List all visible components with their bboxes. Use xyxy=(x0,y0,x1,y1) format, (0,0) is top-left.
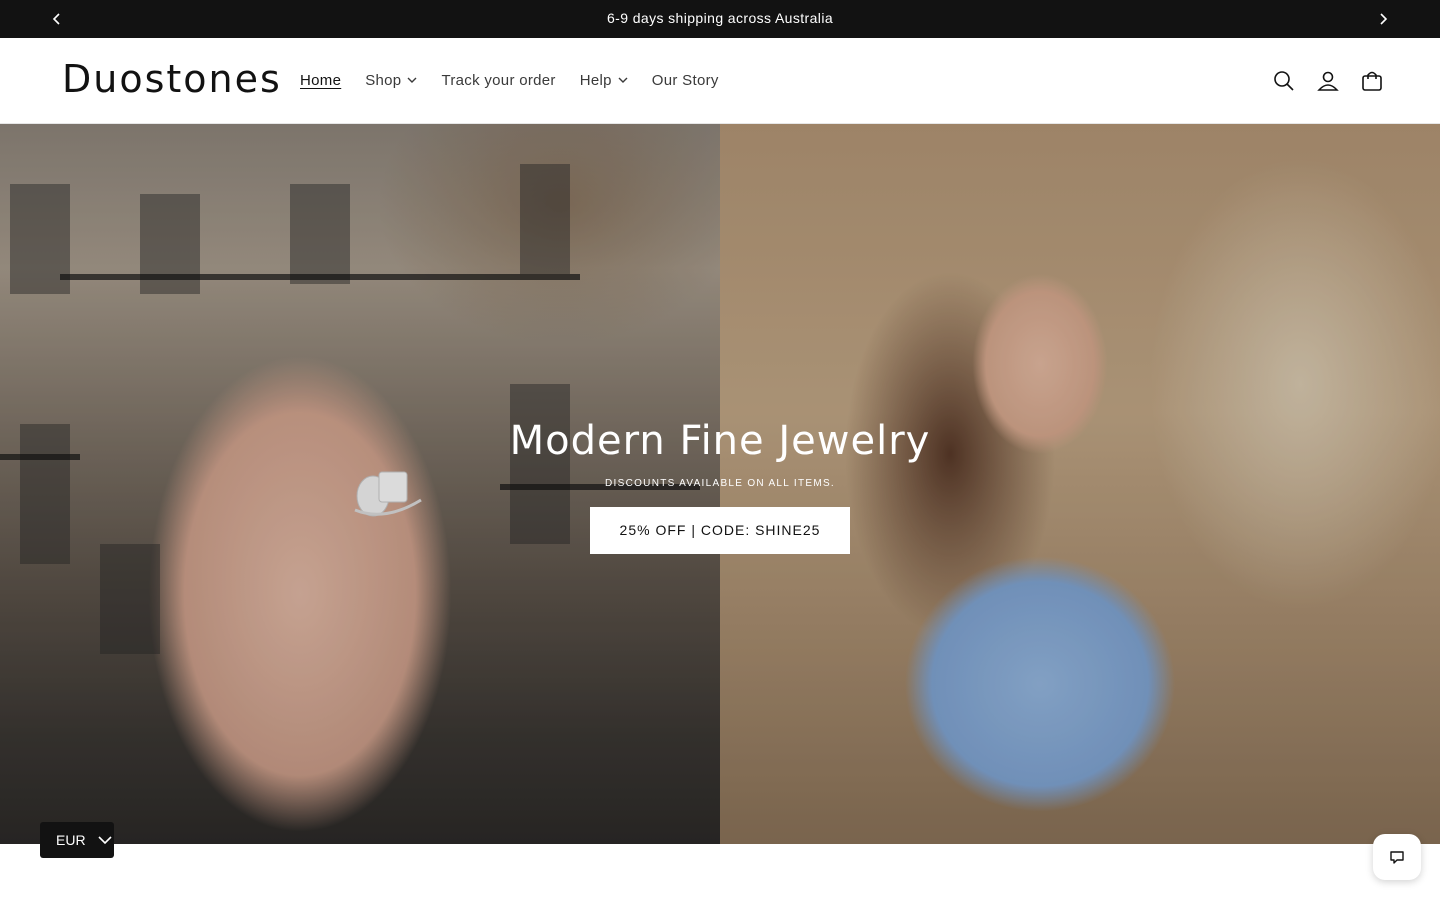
header-icons xyxy=(1262,59,1394,103)
promo-code-button[interactable]: 25% OFF | CODE: SHINE25 xyxy=(589,507,851,554)
cart-icon xyxy=(1362,71,1382,91)
hero-banner: Modern Fine Jewelry DISCOUNTS AVAILABLE … xyxy=(0,124,1440,844)
cart-button[interactable] xyxy=(1350,59,1394,103)
hero-subtitle: DISCOUNTS AVAILABLE ON ALL ITEMS. xyxy=(605,478,835,489)
nav-item-our-story[interactable]: Our Story xyxy=(640,68,731,92)
account-button[interactable] xyxy=(1306,59,1350,103)
search-icon xyxy=(1274,71,1294,91)
hero-title: Modern Fine Jewelry xyxy=(509,418,931,464)
nav-item-shop[interactable]: Shop xyxy=(353,68,429,92)
nav-item-home[interactable]: Home xyxy=(288,68,353,92)
store-logo[interactable]: Duostones xyxy=(62,56,282,102)
nav-item-track-order[interactable]: Track your order xyxy=(429,68,567,92)
nav-item-label: Shop xyxy=(365,71,402,89)
nav-item-help[interactable]: Help xyxy=(568,68,640,92)
hero-content: Modern Fine Jewelry DISCOUNTS AVAILABLE … xyxy=(0,414,1440,554)
announcement-next-button[interactable] xyxy=(1371,7,1395,31)
nav-item-label: Home xyxy=(300,71,342,89)
search-button[interactable] xyxy=(1262,59,1306,103)
announcement-bar: 6-9 days shipping across Australia xyxy=(0,0,1440,38)
chat-icon xyxy=(1390,851,1404,864)
nav-item-label: Our Story xyxy=(651,71,719,89)
chevron-down-icon xyxy=(97,836,112,845)
chat-button[interactable] xyxy=(1373,834,1421,880)
currency-selector[interactable]: EUR xyxy=(40,822,114,858)
main-nav: Home Shop Track your order Help Our Stor… xyxy=(288,68,731,92)
account-icon xyxy=(1317,71,1339,91)
nav-item-label: Track your order xyxy=(441,71,556,89)
chevron-right-icon xyxy=(1380,13,1388,25)
nav-item-label: Help xyxy=(579,71,612,89)
currency-value: EUR xyxy=(56,832,86,848)
chevron-down-icon xyxy=(407,75,417,85)
chevron-down-icon xyxy=(618,75,628,85)
announcement-message: 6-9 days shipping across Australia xyxy=(606,10,834,26)
site-header: Duostones Home Shop Track your order Hel… xyxy=(0,38,1440,124)
